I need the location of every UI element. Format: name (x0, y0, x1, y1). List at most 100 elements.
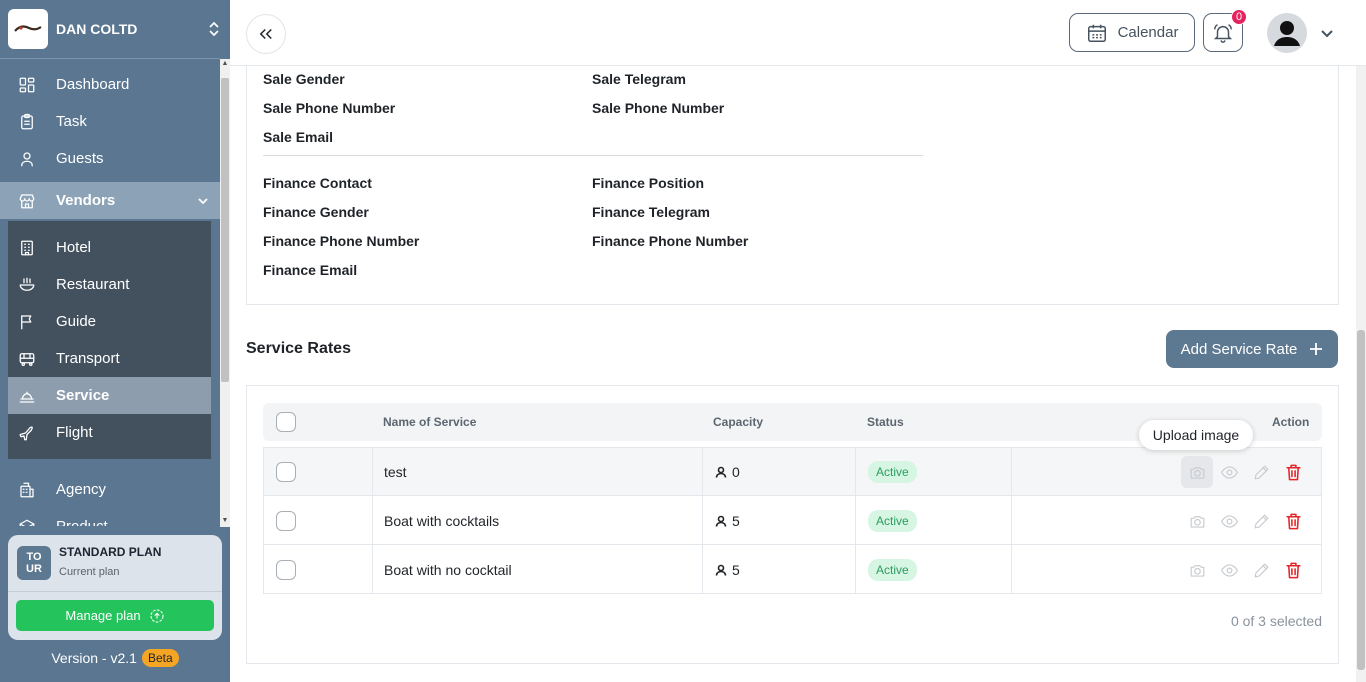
plan-card: TO UR STANDARD PLAN Current plan Manage p… (8, 535, 222, 640)
sidebar-item-label: Task (56, 113, 87, 130)
trash-icon (1285, 464, 1301, 480)
sidebar-item-label: Service (56, 387, 110, 404)
plan-logo-line2: UR (26, 563, 42, 575)
table-row[interactable] (263, 447, 1322, 496)
store-icon (17, 191, 37, 211)
eye-icon (1220, 563, 1238, 577)
edit-button[interactable] (1251, 560, 1271, 580)
chevron-down-icon[interactable] (1319, 25, 1335, 41)
capacity-value: 0 (732, 464, 740, 480)
calendar-button[interactable]: Calendar (1069, 13, 1195, 52)
service-name: test (384, 464, 407, 480)
sidebar-item-flight[interactable]: Flight (8, 414, 211, 451)
manage-plan-button[interactable]: Manage plan (16, 600, 214, 631)
chevrons-left-icon (259, 28, 272, 40)
person-icon (715, 466, 727, 478)
vendors-submenu: Hotel Restaurant Guide Transport Service… (8, 221, 211, 459)
view-button[interactable] (1219, 560, 1239, 580)
column-divider (855, 496, 856, 544)
status-badge: Active (868, 510, 917, 532)
box-icon (17, 517, 37, 526)
scroll-up-arrow-icon[interactable]: ▲ (221, 60, 229, 68)
pencil-icon (1254, 514, 1268, 528)
delete-button[interactable] (1283, 462, 1303, 482)
upload-image-tooltip: Upload image (1139, 420, 1253, 450)
company-name: DAN COLTD (56, 21, 138, 37)
row-checkbox[interactable] (276, 560, 296, 580)
plan-subtitle: Current plan (59, 566, 120, 578)
finance-gender-label: Finance Gender (263, 204, 369, 220)
column-divider (1011, 545, 1012, 593)
dashboard-icon (17, 75, 37, 95)
sidebar-item-service[interactable]: Service (8, 377, 211, 414)
column-divider (372, 545, 373, 593)
upload-image-button[interactable] (1181, 456, 1213, 488)
column-divider (855, 448, 856, 495)
sidebar-item-label: Product (56, 518, 108, 526)
building-icon (17, 238, 37, 258)
chevron-down-icon (196, 194, 210, 208)
sidebar-item-guide[interactable]: Guide (8, 303, 211, 340)
service-name: Boat with cocktails (384, 513, 500, 529)
sidebar-scrollbar-thumb[interactable] (221, 78, 229, 382)
user-icon (17, 149, 37, 169)
clipboard-icon (17, 112, 37, 132)
plan-name: STANDARD PLAN (59, 545, 162, 559)
column-header-action: Action (1272, 415, 1310, 429)
sidebar-item-dashboard[interactable]: Dashboard (8, 66, 211, 103)
eye-icon (1220, 514, 1238, 528)
delete-button[interactable] (1283, 560, 1303, 580)
sidebar-item-vendors[interactable]: Vendors (0, 182, 220, 219)
column-divider (372, 448, 373, 495)
pencil-icon (1254, 563, 1268, 577)
sidebar-item-restaurant[interactable]: Restaurant (8, 266, 211, 303)
calendar-label: Calendar (1117, 24, 1179, 41)
row-checkbox[interactable] (276, 462, 296, 482)
upload-image-button[interactable] (1187, 560, 1207, 580)
column-divider (1011, 496, 1012, 544)
user-avatar-icon (1274, 21, 1300, 46)
trash-icon (1285, 562, 1301, 578)
main-scrollbar-thumb[interactable] (1357, 330, 1365, 670)
contact-details-card (246, 66, 1339, 305)
plane-icon (17, 423, 37, 443)
capacity-cell: 5 (715, 562, 740, 578)
column-header-capacity[interactable]: Capacity (713, 415, 763, 429)
view-button[interactable] (1219, 462, 1239, 482)
sidebar-item-label: Hotel (56, 239, 92, 256)
version-label: Version - v2.1 (51, 650, 137, 666)
plus-icon (1310, 343, 1323, 355)
column-header-status[interactable]: Status (867, 415, 904, 429)
sidebar-item-hotel[interactable]: Hotel (8, 229, 211, 266)
chevron-up-down-icon[interactable] (206, 19, 222, 39)
capacity-value: 5 (732, 513, 740, 529)
collapse-sidebar-button[interactable] (246, 14, 286, 54)
row-checkbox[interactable] (276, 511, 296, 531)
finance-phone-label-2: Finance Phone Number (592, 233, 749, 249)
contact-divider (263, 155, 923, 156)
plan-logo: TO UR (17, 546, 51, 580)
edit-button[interactable] (1251, 462, 1271, 482)
avatar[interactable] (1267, 13, 1307, 53)
sidebar-item-transport[interactable]: Transport (8, 340, 211, 377)
column-header-name[interactable]: Name of Service (383, 415, 476, 429)
sidebar-item-guests[interactable]: Guests (8, 140, 211, 177)
company-logo (8, 9, 48, 49)
sidebar-item-product[interactable]: Product (8, 508, 211, 526)
sidebar-item-agency[interactable]: Agency (8, 471, 211, 508)
add-service-rate-button[interactable]: Add Service Rate (1166, 330, 1338, 368)
agency-icon (17, 480, 37, 500)
service-icon (17, 386, 37, 406)
sidebar-item-task[interactable]: Task (8, 103, 211, 140)
delete-button[interactable] (1283, 511, 1303, 531)
finance-email-label: Finance Email (263, 262, 358, 278)
scroll-down-arrow-icon[interactable]: ▼ (221, 517, 229, 525)
workspace-switcher[interactable]: DAN COLTD (8, 9, 222, 49)
sale-gender-label: Sale Gender (263, 71, 345, 87)
edit-button[interactable] (1251, 511, 1271, 531)
version-info: Version - v2.1 Beta (0, 649, 230, 667)
column-divider (855, 545, 856, 593)
view-button[interactable] (1219, 511, 1239, 531)
select-all-checkbox[interactable] (276, 412, 296, 432)
upload-image-button[interactable] (1187, 511, 1207, 531)
